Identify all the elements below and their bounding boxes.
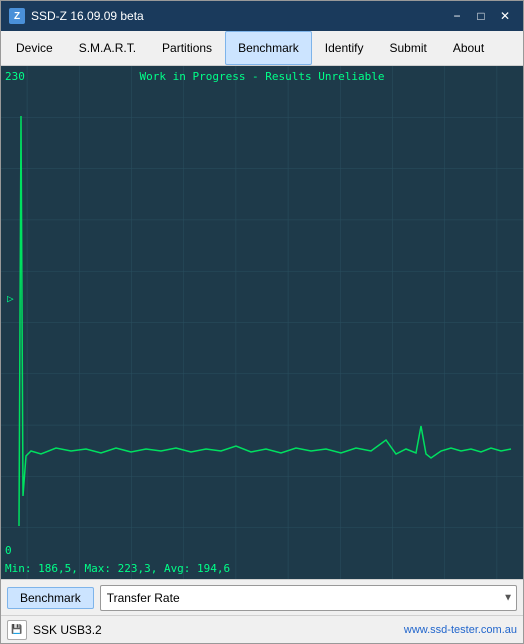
menu-bar: Device S.M.A.R.T. Partitions Benchmark I… bbox=[1, 31, 523, 66]
menu-device[interactable]: Device bbox=[3, 31, 66, 65]
main-window: Z SSD-Z 16.09.09 beta − □ ✕ Device S.M.A… bbox=[0, 0, 524, 644]
menu-smart[interactable]: S.M.A.R.T. bbox=[66, 31, 149, 65]
chart-type-select[interactable]: Transfer Rate Sequential Read Sequential… bbox=[100, 585, 517, 611]
chart-stats-label: Min: 186,5, Max: 223,3, Avg: 194,6 bbox=[5, 562, 230, 575]
menu-partitions[interactable]: Partitions bbox=[149, 31, 225, 65]
window-title: SSD-Z 16.09.09 beta bbox=[31, 9, 144, 23]
website-url: www.ssd-tester.com.au bbox=[404, 624, 517, 636]
chart-arrow-icon: ▷ bbox=[7, 292, 14, 305]
benchmark-button[interactable]: Benchmark bbox=[7, 587, 94, 609]
chart-warning-label: Work in Progress - Results Unreliable bbox=[139, 70, 384, 83]
benchmark-chart: 230 Work in Progress - Results Unreliabl… bbox=[1, 66, 523, 579]
title-bar-left: Z SSD-Z 16.09.09 beta bbox=[9, 8, 144, 24]
window-controls: − □ ✕ bbox=[447, 6, 515, 26]
status-bar: 💾 SSK USB3.2 www.ssd-tester.com.au bbox=[1, 615, 523, 643]
title-bar: Z SSD-Z 16.09.09 beta − □ ✕ bbox=[1, 1, 523, 31]
close-button[interactable]: ✕ bbox=[495, 6, 515, 26]
benchmark-toolbar: Benchmark Transfer Rate Sequential Read … bbox=[1, 579, 523, 615]
device-label: SSK USB3.2 bbox=[33, 623, 102, 637]
app-icon: Z bbox=[9, 8, 25, 24]
maximize-button[interactable]: □ bbox=[471, 6, 491, 26]
menu-benchmark[interactable]: Benchmark bbox=[225, 31, 312, 65]
chart-y-min-label: 0 bbox=[5, 544, 12, 557]
chart-grid-svg bbox=[1, 66, 523, 579]
chart-type-select-wrapper: Transfer Rate Sequential Read Sequential… bbox=[100, 585, 517, 611]
menu-about[interactable]: About bbox=[440, 31, 497, 65]
minimize-button[interactable]: − bbox=[447, 6, 467, 26]
menu-submit[interactable]: Submit bbox=[376, 31, 439, 65]
chart-y-max-label: 230 bbox=[5, 70, 25, 83]
menu-identify[interactable]: Identify bbox=[312, 31, 377, 65]
device-icon: 💾 bbox=[7, 620, 27, 640]
